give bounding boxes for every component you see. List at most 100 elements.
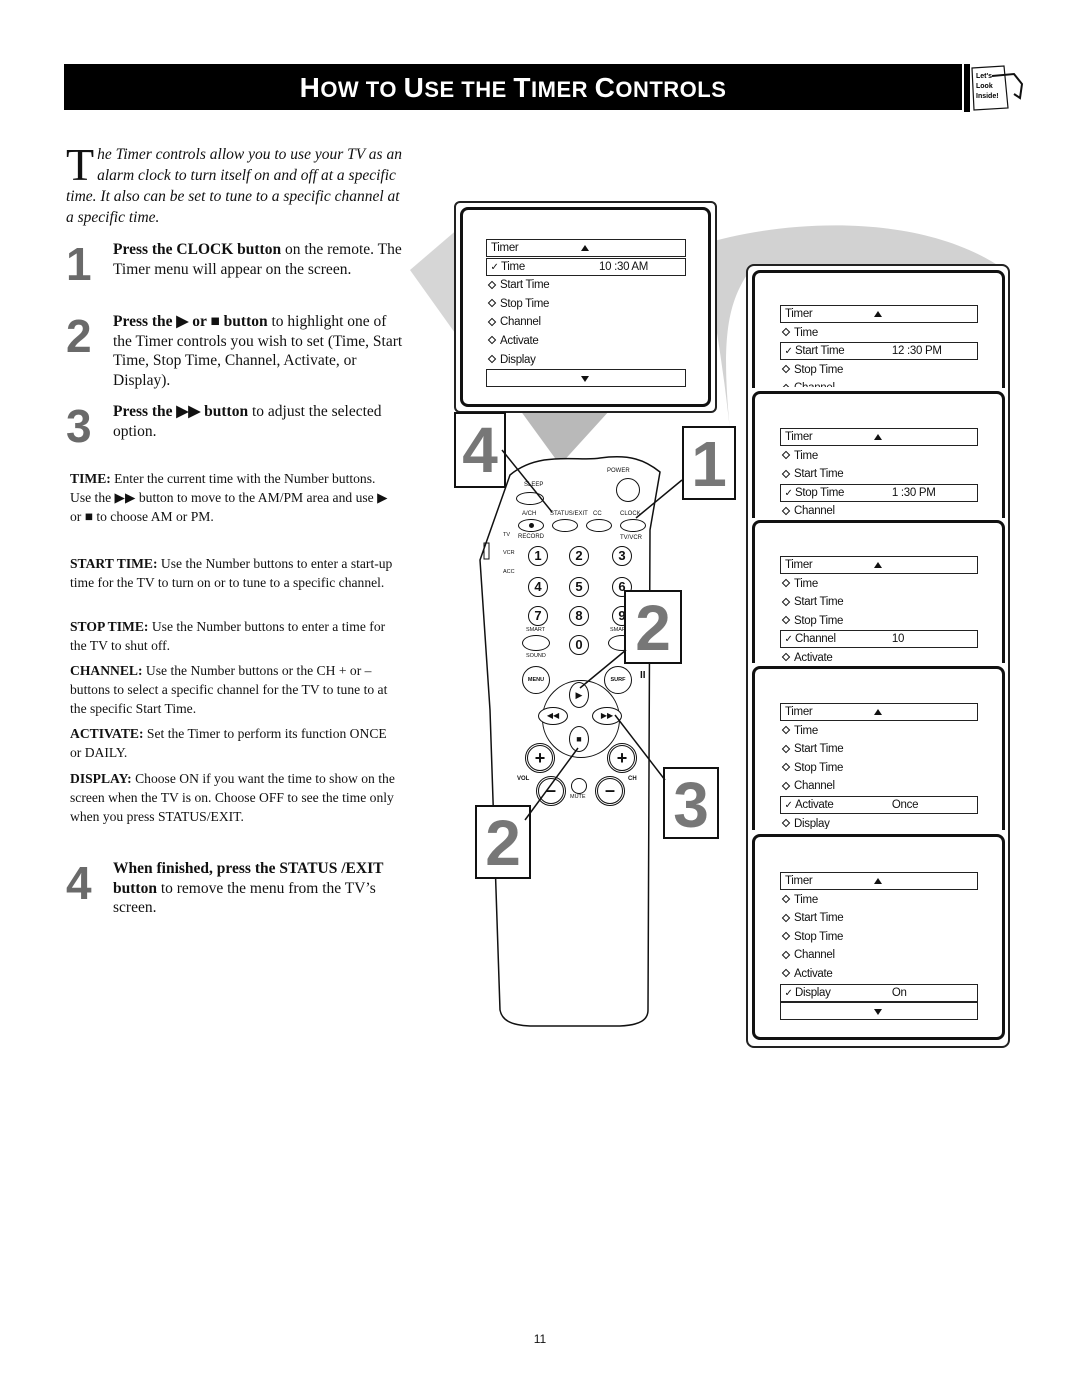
scroll-up-icon[interactable] <box>874 311 883 317</box>
menu-item-label: Start Time <box>794 596 844 609</box>
diamond-bullet-icon <box>487 280 497 289</box>
menu-item-time[interactable]: Time <box>780 447 976 465</box>
scroll-up-icon[interactable] <box>581 245 589 251</box>
menu-bottom-row <box>486 369 686 388</box>
menu-title: Timer <box>785 875 813 887</box>
step-text: Press the CLOCK button on the remote. Th… <box>113 241 402 278</box>
timer-menu-channel: Timer Time Start Time Stop Time ✓ Channel 10 Ac… <box>780 556 978 662</box>
menu-item-label: Activate <box>500 335 539 347</box>
diamond-bullet-icon <box>781 950 791 960</box>
definition-start-time: START TIME: Use the Number buttons to en… <box>70 556 393 590</box>
diamond-bullet-icon <box>781 469 791 478</box>
diamond-bullet-icon <box>487 336 497 345</box>
definition-activate: ACTIVATE: Set the Timer to perform its f… <box>70 726 387 760</box>
menu-item-start-time[interactable]: ✓ Start Time 12 :30 PM <box>780 342 978 361</box>
menu-title-row: Timer <box>486 239 686 257</box>
menu-title-row: Timer <box>780 305 978 323</box>
menu-item-stop-time[interactable]: Stop Time <box>780 928 976 946</box>
diamond-bullet-icon <box>487 354 497 364</box>
timer-menu-main: Timer ✓ Time 10 :30 AM Start Time Stop Time Ch… <box>486 239 686 389</box>
menu-item-value: 12 :30 PM <box>891 345 942 358</box>
menu-bottom-row <box>780 1002 978 1021</box>
scroll-up-icon[interactable] <box>874 434 883 440</box>
step-text: When finished, press the STATUS /EXIT bu… <box>113 860 384 916</box>
scroll-up-icon[interactable] <box>874 562 883 568</box>
menu-item-display[interactable]: ✓ Display On <box>780 983 978 1002</box>
menu-item-start-time[interactable]: Start Time <box>780 465 976 483</box>
menu-item-label: Start Time <box>794 468 844 481</box>
diamond-bullet-icon <box>781 894 791 904</box>
menu-item-channel[interactable]: ✓ Channel 10 <box>780 630 978 649</box>
menu-item-channel[interactable]: Channel <box>780 777 976 795</box>
step-3: 3 Press the ▶▶ button to adjust the sele… <box>66 402 406 450</box>
menu-item-time[interactable]: Time <box>780 575 976 593</box>
menu-item-channel[interactable]: Channel <box>780 379 976 387</box>
menu-item-channel[interactable]: Channel <box>780 946 976 964</box>
menu-item-stop-time[interactable]: Stop Time <box>486 295 684 313</box>
menu-item-channel[interactable]: Channel <box>486 313 684 331</box>
menu-item-display[interactable]: Display <box>486 351 684 369</box>
menu-item-label: Display <box>500 353 536 366</box>
check-icon: ✓ <box>784 800 793 811</box>
menu-item-label: Start Time <box>795 345 845 358</box>
step-text: Press the ▶▶ button to adjust the select… <box>113 403 382 440</box>
menu-item-label: Stop Time <box>794 363 844 376</box>
scroll-up-icon[interactable] <box>874 878 883 884</box>
scroll-down-icon[interactable] <box>874 1009 883 1016</box>
leader-3 <box>614 714 666 781</box>
diamond-bullet-icon <box>781 450 791 460</box>
menu-item-display[interactable]: Display <box>780 815 976 829</box>
menu-item-value: On <box>891 986 907 999</box>
step-number: 3 <box>66 400 92 452</box>
menu-item-time[interactable]: ✓ Time 10 :30 AM <box>486 257 686 276</box>
badge-line-3: Inside! <box>976 93 999 100</box>
diamond-bullet-icon <box>487 299 497 308</box>
step-4: 4 When finished, press the STATUS /EXIT … <box>66 859 406 921</box>
menu-item-activate[interactable]: Activate <box>780 965 976 983</box>
scroll-down-icon[interactable] <box>581 376 589 383</box>
leader-1 <box>635 479 683 519</box>
menu-item-label: Activate <box>795 799 834 811</box>
diamond-bullet-icon <box>781 383 791 387</box>
menu-item-start-time[interactable]: Start Time <box>780 909 976 927</box>
menu-item-activate[interactable]: Activate <box>780 649 976 662</box>
menu-title: Timer <box>785 308 813 320</box>
menu-item-label: Stop Time <box>794 614 844 627</box>
menu-item-value: 10 :30 AM <box>599 260 649 273</box>
menu-item-time[interactable]: Time <box>780 324 976 342</box>
menu-item-time[interactable]: Time <box>780 891 976 909</box>
timer-menu-stop-time: Timer Time Start Time ✓ Stop Time 1 :30 PM Cha… <box>780 428 978 516</box>
menu-item-activate[interactable]: Activate <box>486 332 684 350</box>
diamond-bullet-icon <box>781 913 791 922</box>
menu-title-row: Timer <box>780 872 978 890</box>
menu-item-label: Start Time <box>500 279 550 292</box>
menu-item-label: Activate <box>794 652 833 662</box>
menu-item-stop-time[interactable]: Stop Time <box>780 759 976 777</box>
menu-item-label: Time <box>794 449 818 462</box>
menu-item-stop-time[interactable]: ✓ Stop Time 1 :30 PM <box>780 483 978 502</box>
diamond-bullet-icon <box>781 506 791 516</box>
menu-title: Timer <box>785 706 813 718</box>
menu-item-start-time[interactable]: Start Time <box>780 740 976 758</box>
check-icon: ✓ <box>784 987 793 999</box>
menu-item-value: 10 <box>891 633 905 646</box>
menu-item-channel[interactable]: Channel <box>780 502 976 516</box>
check-icon: ✓ <box>784 346 793 358</box>
menu-item-label: Channel <box>794 382 835 387</box>
definition-display: DISPLAY: Choose ON if you want the time … <box>70 771 395 824</box>
menu-item-start-time[interactable]: Start Time <box>780 593 976 611</box>
scroll-up-icon[interactable] <box>874 709 883 715</box>
menu-item-label: Stop Time <box>794 761 844 774</box>
menu-item-start-time[interactable]: Start Time <box>486 276 684 294</box>
step-2: 2 Press the ▶ or ■ button to highlight o… <box>66 312 406 392</box>
diamond-bullet-icon <box>781 365 791 374</box>
lets-look-inside-icon: Let's Look Inside! <box>964 64 1024 112</box>
menu-item-activate[interactable]: ✓ Activate Once <box>780 796 978 814</box>
step-number: 4 <box>66 857 92 909</box>
step-text: Press the ▶ or ■ button to highlight one… <box>113 313 403 389</box>
menu-item-stop-time[interactable]: Stop Time <box>780 361 976 379</box>
dropcap: T <box>66 139 95 190</box>
menu-item-stop-time[interactable]: Stop Time <box>780 612 976 630</box>
menu-item-time[interactable]: Time <box>780 722 976 740</box>
badge-line-1: Let's <box>976 73 992 80</box>
